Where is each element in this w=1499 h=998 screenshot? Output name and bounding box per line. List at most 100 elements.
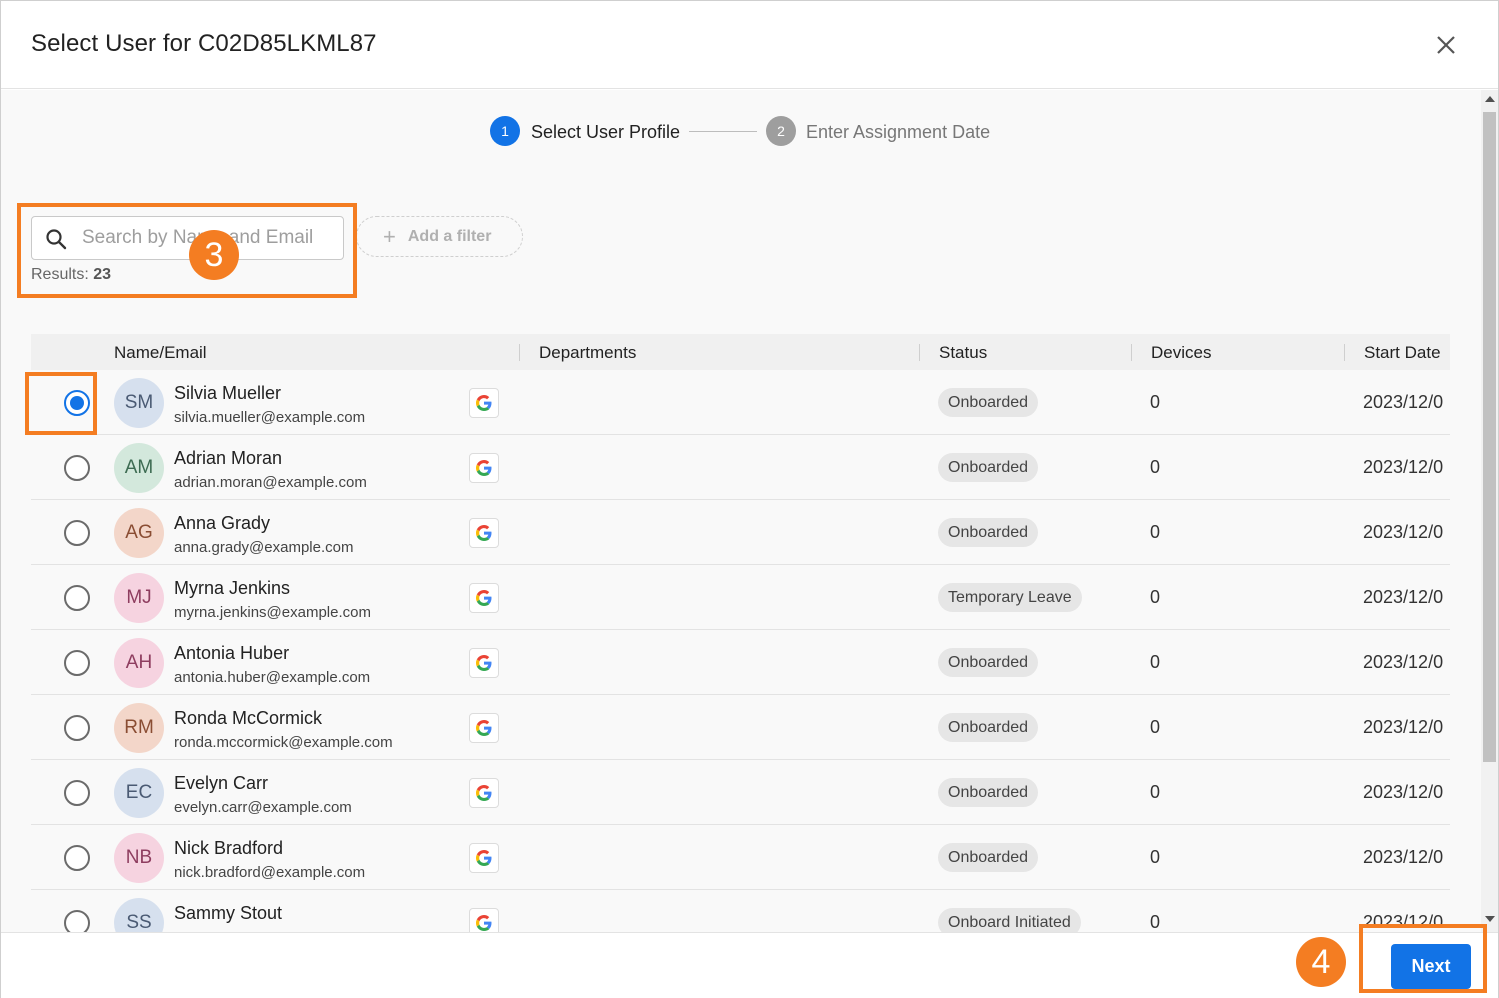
devices-count: 0 xyxy=(1150,587,1161,607)
google-icon xyxy=(476,720,492,736)
avatar: SS xyxy=(114,898,164,932)
status-badge: Onboarded xyxy=(938,843,1039,872)
stepper-connector xyxy=(689,131,757,132)
step-1-indicator: 1 xyxy=(490,116,520,146)
column-header-devices[interactable]: Devices xyxy=(1151,343,1211,363)
column-header-name-email[interactable]: Name/Email xyxy=(114,343,207,363)
column-divider xyxy=(519,344,520,361)
annotation-highlight-radio xyxy=(25,372,97,435)
plus-icon: + xyxy=(383,223,396,249)
google-icon xyxy=(476,785,492,801)
user-name: Ronda McCormick xyxy=(174,708,323,728)
row-select-radio[interactable] xyxy=(64,650,90,676)
table-row[interactable]: AG Anna Grady anna.grady@example.com Onboar… xyxy=(31,500,1450,565)
row-select-radio[interactable] xyxy=(64,845,90,871)
devices-count: 0 xyxy=(1150,717,1161,737)
google-icon xyxy=(476,655,492,671)
table-row[interactable]: AH Antonia Huber antonia.huber@example.com… xyxy=(31,630,1450,695)
user-email: anna.grady@example.com xyxy=(174,539,354,556)
google-account-badge xyxy=(469,713,499,743)
devices-count: 0 xyxy=(1150,457,1161,477)
google-icon xyxy=(476,525,492,541)
row-select-radio[interactable] xyxy=(64,910,90,932)
user-email: nick.bradford@example.com xyxy=(174,864,366,881)
avatar: NB xyxy=(114,833,164,883)
row-select-radio[interactable] xyxy=(64,715,90,741)
dialog-title: Select User for C02D85LKML87 xyxy=(31,30,377,57)
row-select-radio[interactable] xyxy=(64,780,90,806)
start-date: 2023/12/0 xyxy=(1363,587,1444,607)
status-badge: Onboarded xyxy=(938,713,1039,742)
google-account-badge xyxy=(469,388,499,418)
status-badge: Onboarded xyxy=(938,648,1039,677)
start-date: 2023/12/0 xyxy=(1363,392,1444,412)
devices-count: 0 xyxy=(1150,847,1161,867)
vertical-scrollbar[interactable] xyxy=(1481,90,1498,932)
start-date: 2023/12/0 xyxy=(1363,457,1444,477)
scroll-thumb[interactable] xyxy=(1483,112,1496,762)
column-header-departments[interactable]: Departments xyxy=(539,343,636,363)
annotation-badge-4: 4 xyxy=(1296,937,1346,987)
start-date: 2023/12/0 xyxy=(1363,652,1444,672)
add-filter-button[interactable]: + Add a filter xyxy=(356,216,523,257)
google-account-badge xyxy=(469,908,499,932)
user-email: antonia.huber@example.com xyxy=(174,669,371,686)
dialog-header: Select User for C02D85LKML87 xyxy=(1,1,1498,89)
table-row[interactable]: EC Evelyn Carr evelyn.carr@example.com Onbo… xyxy=(31,760,1450,825)
step-1-label: Select User Profile xyxy=(531,122,681,142)
devices-count: 0 xyxy=(1150,652,1161,672)
user-name: Silvia Mueller xyxy=(174,383,282,403)
google-account-badge xyxy=(469,843,499,873)
status-badge: Onboard Initiated xyxy=(938,908,1081,932)
user-name: Anna Grady xyxy=(174,513,271,533)
table-header: Name/Email Departments Status Devices St… xyxy=(31,334,1450,370)
avatar: AM xyxy=(114,443,164,493)
table-row[interactable]: SM Silvia Mueller silvia.mueller@example.c… xyxy=(31,370,1450,435)
scroll-up-arrow[interactable] xyxy=(1485,96,1495,102)
avatar: RM xyxy=(114,703,164,753)
status-badge: Onboarded xyxy=(938,453,1039,482)
column-header-start-date[interactable]: Start Date xyxy=(1364,343,1441,363)
scroll-down-arrow[interactable] xyxy=(1485,916,1495,922)
table-row[interactable]: MJ Myrna Jenkins myrna.jenkins@example.com… xyxy=(31,565,1450,630)
google-account-badge xyxy=(469,583,499,613)
row-select-radio[interactable] xyxy=(64,585,90,611)
table-row[interactable]: AM Adrian Moran adrian.moran@example.com On… xyxy=(31,435,1450,500)
status-badge: Onboarded xyxy=(938,518,1039,547)
row-select-radio[interactable] xyxy=(64,455,90,481)
dialog-footer: Next xyxy=(1,932,1498,998)
user-name: Evelyn Carr xyxy=(174,773,269,793)
step-2-indicator: 2 xyxy=(766,116,796,146)
status-badge: Temporary Leave xyxy=(938,583,1082,612)
annotation-highlight-search xyxy=(17,203,357,298)
status-badge: Onboarded xyxy=(938,778,1039,807)
row-select-radio[interactable] xyxy=(64,520,90,546)
status-badge: Onboarded xyxy=(938,388,1039,417)
start-date: 2023/12/0 xyxy=(1363,847,1444,867)
column-header-status[interactable]: Status xyxy=(939,343,987,363)
add-filter-label: Add a filter xyxy=(407,227,492,245)
google-account-badge xyxy=(469,518,499,548)
table-row[interactable]: NB Nick Bradford nick.bradford@example.com… xyxy=(31,825,1450,890)
devices-count: 0 xyxy=(1150,522,1161,542)
google-account-badge xyxy=(469,778,499,808)
close-icon xyxy=(1437,36,1455,54)
user-email: myrna.jenkins@example.com xyxy=(174,604,371,621)
avatar: EC xyxy=(114,768,164,818)
user-name: Sammy Stout xyxy=(174,903,283,923)
google-account-badge xyxy=(469,453,499,483)
table-row[interactable]: RM Ronda McCormick ronda.mccormick@example… xyxy=(31,695,1450,760)
table-row[interactable]: SS Sammy Stout Onboard Initiated 0 2023/12/0 xyxy=(31,890,1450,932)
column-divider xyxy=(1131,344,1132,361)
devices-count: 0 xyxy=(1150,392,1161,412)
google-icon xyxy=(476,915,492,931)
avatar: AH xyxy=(114,638,164,688)
google-icon xyxy=(476,460,492,476)
user-email: ronda.mccormick@example.com xyxy=(174,734,393,751)
close-button[interactable] xyxy=(1429,28,1463,62)
user-name: Myrna Jenkins xyxy=(174,578,291,598)
start-date: 2023/12/0 xyxy=(1363,717,1444,737)
google-account-badge xyxy=(469,648,499,678)
google-icon xyxy=(476,395,492,411)
avatar: SM xyxy=(114,378,164,428)
